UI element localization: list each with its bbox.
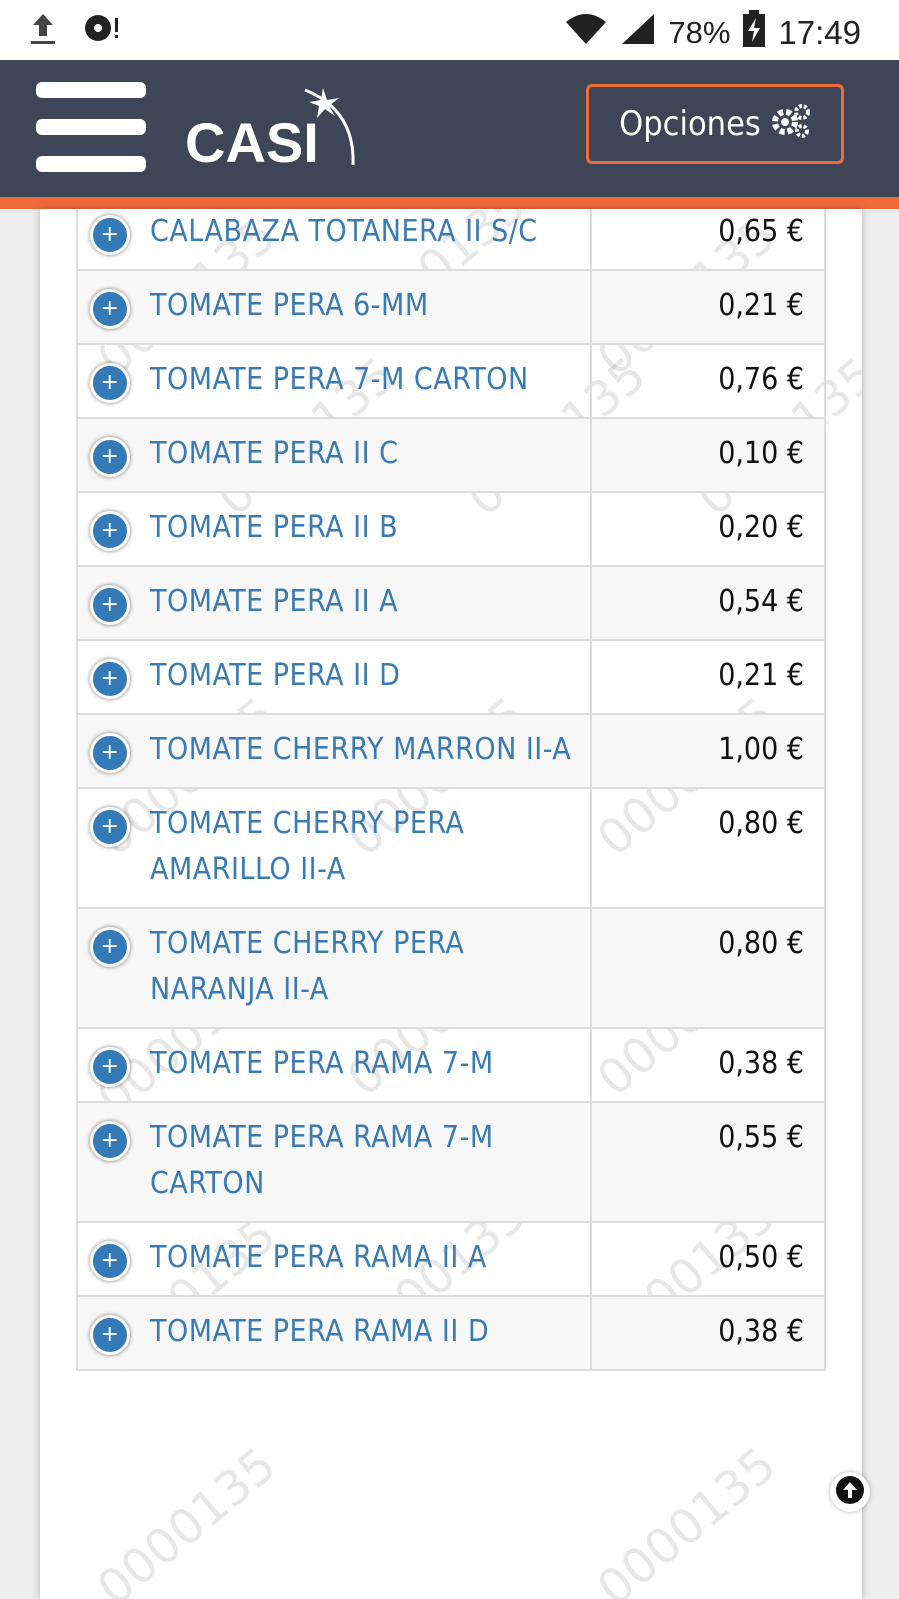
expand-plus-icon[interactable]: + — [90, 807, 130, 847]
product-price: 0,65 € — [718, 214, 804, 249]
table-row[interactable]: + TOMATE CHERRY PERA NARANJA II-A 0,80 € — [78, 909, 824, 1029]
upload-icon — [28, 10, 58, 50]
product-name-cell[interactable]: + CALABAZA TOTANERA II S/C — [78, 209, 592, 269]
table-row[interactable]: + TOMATE PERA RAMA 7-M 0,38 € — [78, 1029, 824, 1103]
product-price: 0,50 € — [718, 1240, 804, 1275]
product-name-cell[interactable]: + TOMATE CHERRY MARRON II-A — [78, 715, 592, 787]
signal-icon — [620, 12, 656, 54]
menu-button[interactable] — [36, 82, 146, 174]
watermark: 0000135 — [587, 1436, 787, 1599]
wifi-icon — [564, 12, 608, 54]
product-table: + CALABAZA TOTANERA II S/C 0,65 € + TOMATE P… — [76, 209, 826, 1371]
product-price: 0,10 € — [718, 436, 804, 471]
product-name-cell[interactable]: + TOMATE PERA II C — [78, 419, 592, 491]
product-name-cell[interactable]: + TOMATE PERA RAMA II D — [78, 1297, 592, 1369]
product-name[interactable]: CALABAZA TOTANERA II S/C — [150, 214, 538, 249]
table-row[interactable]: + TOMATE PERA II A 0,54 € — [78, 567, 824, 641]
menu-bar — [36, 82, 146, 98]
table-row[interactable]: + TOMATE PERA II C 0,10 € — [78, 419, 824, 493]
product-name-cell[interactable]: + TOMATE PERA 7-M CARTON — [78, 345, 592, 417]
table-row[interactable]: + TOMATE PERA II B 0,20 € — [78, 493, 824, 567]
table-row[interactable]: + TOMATE PERA RAMA II D 0,38 € — [78, 1297, 824, 1371]
watermark: 0000135 — [87, 1436, 287, 1599]
table-row[interactable]: + TOMATE CHERRY MARRON II-A 1,00 € — [78, 715, 824, 789]
product-name[interactable]: TOMATE CHERRY MARRON II-A — [150, 732, 571, 767]
product-name[interactable]: TOMATE PERA II B — [150, 510, 398, 545]
casi-logo[interactable]: CASI — [185, 80, 365, 174]
battery-percent: 78% — [668, 15, 731, 50]
table-row[interactable]: + TOMATE PERA RAMA 7-M CARTON 0,55 € — [78, 1103, 824, 1223]
product-name[interactable]: TOMATE CHERRY PERA AMARILLO II-A — [150, 806, 464, 887]
expand-plus-icon[interactable]: + — [90, 363, 130, 403]
clock: 17:49 — [778, 14, 861, 51]
product-name[interactable]: TOMATE PERA II A — [150, 584, 398, 619]
product-name-cell[interactable]: + TOMATE PERA RAMA 7-M — [78, 1029, 592, 1101]
gears-icon — [771, 102, 811, 147]
product-name-cell[interactable]: + TOMATE PERA RAMA 7-M CARTON — [78, 1103, 592, 1221]
product-price: 0,76 € — [718, 362, 804, 397]
product-price: 0,55 € — [718, 1120, 804, 1155]
product-price: 0,80 € — [718, 806, 804, 841]
product-name-cell[interactable]: + TOMATE PERA II B — [78, 493, 592, 565]
product-price: 0,21 € — [718, 658, 804, 693]
menu-bar — [36, 119, 146, 135]
product-price: 0,38 € — [718, 1314, 804, 1349]
expand-plus-icon[interactable]: + — [90, 733, 130, 773]
product-name[interactable]: TOMATE PERA II C — [150, 436, 398, 471]
product-name-cell[interactable]: + TOMATE PERA II A — [78, 567, 592, 639]
expand-plus-icon[interactable]: + — [90, 659, 130, 699]
disc-alert-icon — [82, 10, 122, 50]
expand-plus-icon[interactable]: + — [90, 1047, 130, 1087]
table-row[interactable]: + CALABAZA TOTANERA II S/C 0,65 € — [78, 209, 824, 271]
product-price: 0,54 € — [718, 584, 804, 619]
product-price: 0,38 € — [718, 1046, 804, 1081]
product-name[interactable]: TOMATE PERA RAMA 7-M CARTON — [150, 1120, 494, 1201]
table-row[interactable]: + TOMATE PERA 6-MM 0,21 € — [78, 271, 824, 345]
table-row[interactable]: + TOMATE CHERRY PERA AMARILLO II-A 0,80 € — [78, 789, 824, 909]
scroll-to-top-button[interactable] — [830, 1472, 870, 1512]
status-bar: 78% 17:49 — [0, 0, 899, 60]
product-name[interactable]: TOMATE PERA RAMA 7-M — [150, 1046, 494, 1081]
product-name-cell[interactable]: + TOMATE PERA II D — [78, 641, 592, 713]
product-name-cell[interactable]: + TOMATE PERA 6-MM — [78, 271, 592, 343]
expand-plus-icon[interactable]: + — [90, 1241, 130, 1281]
battery-charging-icon — [742, 10, 766, 56]
product-price: 0,20 € — [718, 510, 804, 545]
menu-bar — [36, 156, 146, 172]
logo-text: CASI — [185, 111, 319, 172]
expand-plus-icon[interactable]: + — [90, 215, 130, 255]
options-label: Opciones — [619, 104, 761, 144]
product-name[interactable]: TOMATE CHERRY PERA NARANJA II-A — [150, 926, 464, 1007]
options-button[interactable]: Opciones — [586, 84, 844, 164]
table-row[interactable]: + TOMATE PERA 7-M CARTON 0,76 € — [78, 345, 824, 419]
table-row[interactable]: + TOMATE PERA II D 0,21 € — [78, 641, 824, 715]
app-header: CASI Opciones — [0, 60, 899, 209]
product-price: 0,21 € — [718, 288, 804, 323]
expand-plus-icon[interactable]: + — [90, 1121, 130, 1161]
expand-plus-icon[interactable]: + — [90, 437, 130, 477]
arrow-up-circle-icon — [835, 1475, 865, 1509]
expand-plus-icon[interactable]: + — [90, 585, 130, 625]
product-name[interactable]: TOMATE PERA RAMA II A — [150, 1240, 487, 1275]
product-name[interactable]: TOMATE PERA RAMA II D — [150, 1314, 489, 1349]
expand-plus-icon[interactable]: + — [90, 1315, 130, 1355]
product-price: 0,80 € — [718, 926, 804, 961]
expand-plus-icon[interactable]: + — [90, 511, 130, 551]
expand-plus-icon[interactable]: + — [90, 289, 130, 329]
product-name[interactable]: TOMATE PERA II D — [150, 658, 400, 693]
table-row[interactable]: + TOMATE PERA RAMA II A 0,50 € — [78, 1223, 824, 1297]
product-sheet: 0000135 0000135 0000135 0000135 0000135 … — [40, 209, 862, 1599]
product-name-cell[interactable]: + TOMATE PERA RAMA II A — [78, 1223, 592, 1295]
product-name-cell[interactable]: + TOMATE CHERRY PERA AMARILLO II-A — [78, 789, 592, 907]
expand-plus-icon[interactable]: + — [90, 927, 130, 967]
product-name[interactable]: TOMATE PERA 6-MM — [150, 288, 429, 323]
product-name-cell[interactable]: + TOMATE CHERRY PERA NARANJA II-A — [78, 909, 592, 1027]
product-price: 1,00 € — [718, 732, 804, 767]
product-name[interactable]: TOMATE PERA 7-M CARTON — [150, 362, 529, 397]
